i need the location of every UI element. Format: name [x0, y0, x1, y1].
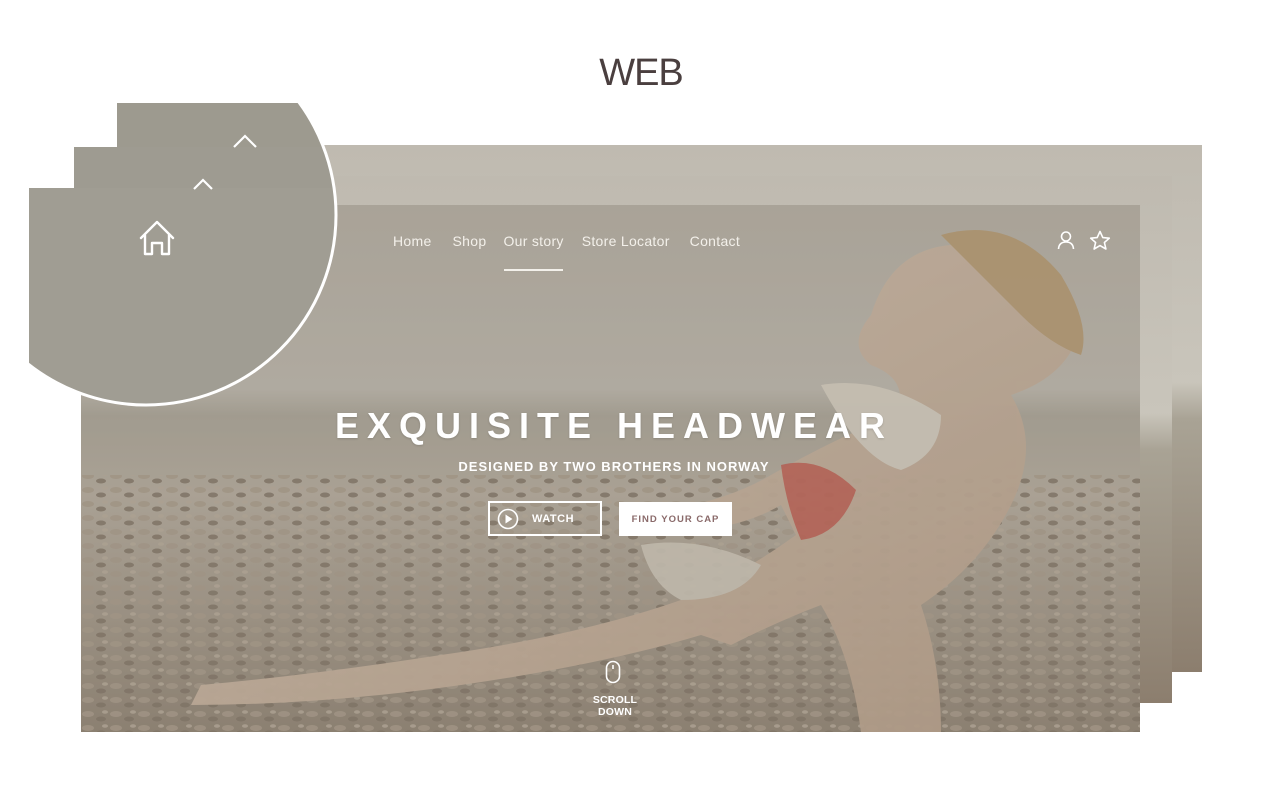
- watch-button[interactable]: WATCH: [488, 501, 602, 536]
- mouse-icon: [605, 660, 621, 684]
- play-icon: [497, 508, 519, 529]
- watch-button-label: WATCH: [532, 512, 575, 525]
- scroll-down-label[interactable]: SCROLL DOWN: [575, 694, 655, 718]
- page-label: WEB: [599, 52, 684, 94]
- nav-item-store-locator[interactable]: Store Locator: [582, 233, 670, 249]
- hero-section: Home Shop Our story Store Locator Contac…: [81, 205, 1140, 732]
- nav-item-home[interactable]: Home: [393, 233, 432, 249]
- nav-item-contact[interactable]: Contact: [690, 233, 740, 249]
- hero-subtitle: DESIGNED BY TWO BROTHERS IN NORWAY: [458, 459, 770, 474]
- find-your-cap-button[interactable]: FIND YOUR CAP: [619, 502, 732, 536]
- nav-item-our-story[interactable]: Our story: [503, 233, 563, 271]
- hero-title: EXQUISITE HEADWEAR: [334, 405, 894, 446]
- user-icon[interactable]: [1056, 230, 1076, 250]
- main-nav: Home Shop Our story Store Locator Contac…: [393, 233, 760, 271]
- star-icon[interactable]: [1089, 230, 1111, 251]
- nav-item-shop[interactable]: Shop: [453, 233, 487, 249]
